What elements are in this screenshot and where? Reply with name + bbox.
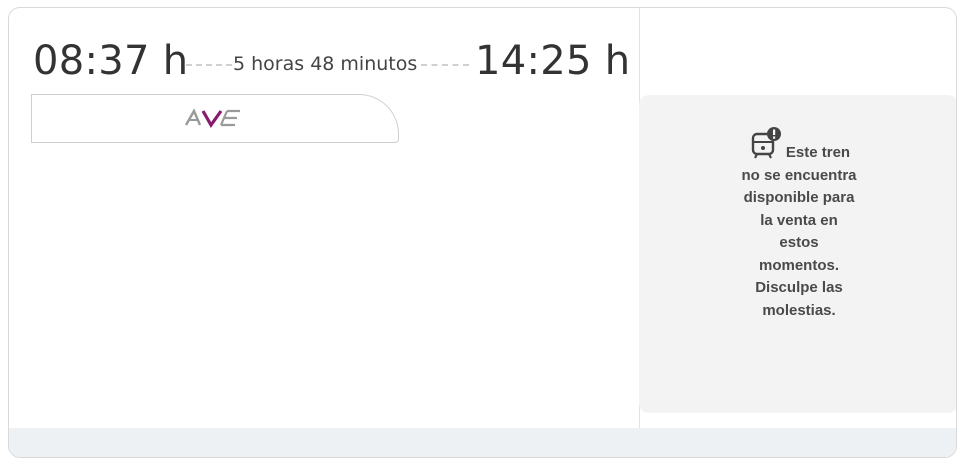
duration-line-right [421,64,469,66]
arrival-time: 14:25 h [475,38,631,84]
train-brand-tab [31,94,399,143]
availability-notice: Este tren no se encuentra disponible par… [739,125,859,322]
departure-time: 08:37 h [33,38,189,84]
duration-line-left [186,64,232,66]
card-footer [9,428,956,457]
train-result-card: 08:37 h 5 horas 48 minutos 14:25 h Este … [8,7,957,458]
availability-message: Este tren no se encuentra disponible par… [741,144,857,319]
ave-logo-icon [184,108,240,128]
availability-notice-box: Este tren no se encuentra disponible par… [639,95,956,413]
train-unavailable-icon [751,127,781,159]
trip-info-panel: 08:37 h 5 horas 48 minutos 14:25 h [9,8,640,428]
trip-duration: 5 horas 48 minutos [233,53,418,75]
